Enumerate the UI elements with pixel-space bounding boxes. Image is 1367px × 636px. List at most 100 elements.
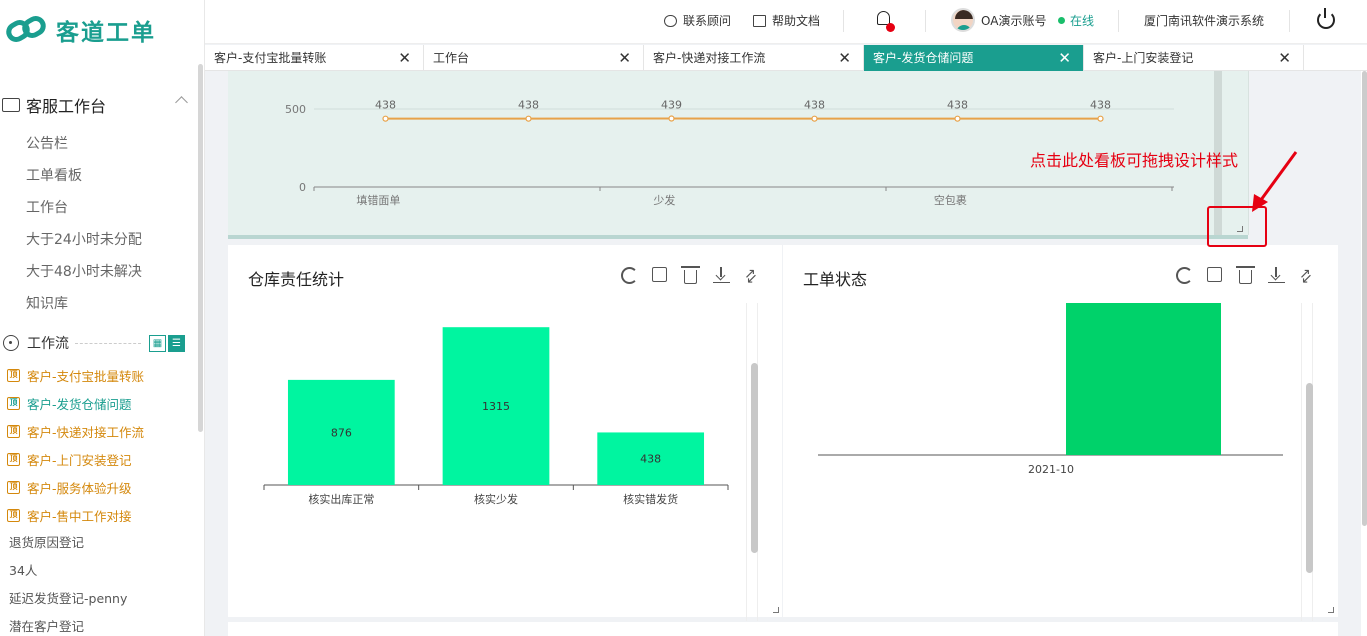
bar-value-label: 438 [640, 453, 661, 466]
y-tick-label: 0 [299, 181, 306, 194]
sidebar-item-workbench[interactable]: 工作台 [26, 192, 68, 224]
workflow-item[interactable]: 顶 客户-快递对接工作流 [7, 417, 144, 445]
sidebar-item-unassigned-24h[interactable]: 大于24小时未分配 [26, 224, 142, 256]
refresh-icon[interactable] [1176, 267, 1193, 284]
workflow-item-active[interactable]: 顶 客户-发货仓储问题 [7, 389, 132, 417]
tab-label: 客户-上门安装登记 [1093, 51, 1194, 65]
sidebar-item-delayed-shipping[interactable]: 延迟发货登记-penny [9, 585, 127, 613]
sidebar-scrollbar[interactable] [198, 64, 203, 432]
workflow-header: 工作流 ▦ ☰ [0, 330, 198, 356]
tab-alipay-transfer[interactable]: 客户-支付宝批量转账 ✕ [205, 45, 424, 71]
account-name[interactable]: OA演示账号 [981, 12, 1046, 29]
workflow-item-label: 客户-服务体验升级 [27, 480, 132, 496]
sidebar-item-knowledge-base[interactable]: 知识库 [26, 288, 68, 320]
x-tick-label: 2021-10 [1028, 463, 1074, 476]
list-view-icon[interactable]: ☰ [168, 334, 185, 352]
data-point [382, 115, 389, 122]
sidebar-item-ticket-board[interactable]: 工单看板 [26, 160, 82, 192]
data-label: 438 [947, 99, 968, 112]
workflow-item[interactable]: 顶 客户-售中工作对接 [7, 501, 132, 529]
order-status-panel[interactable]: 工单状态 2021-10 [783, 245, 1338, 621]
status-dot-icon [1058, 17, 1065, 24]
panel-title: 工单状态 [803, 270, 868, 289]
tab-workbench[interactable]: 工作台 ✕ [424, 45, 644, 71]
edit-icon[interactable] [1207, 267, 1222, 282]
pin-badge-icon: 顶 [7, 368, 20, 382]
menu-group-service-desk[interactable]: 客服工作台 [0, 90, 198, 120]
sidebar-item-unresolved-48h[interactable]: 大于48小时未解决 [26, 256, 142, 288]
data-label: 439 [661, 99, 682, 112]
logo[interactable]: 客道工单 [2, 12, 156, 48]
sidebar-item-return-reason[interactable]: 退货原因登记 [9, 529, 84, 557]
expand-icon[interactable] [1299, 265, 1317, 288]
divider [75, 342, 141, 344]
workflow-item[interactable]: 顶 客户-服务体验升级 [7, 473, 132, 501]
close-icon[interactable]: ✕ [398, 45, 411, 71]
tab-shipping-warehouse[interactable]: 客户-发货仓储问题 ✕ [864, 45, 1084, 71]
workflow-title: 工作流 [27, 336, 69, 352]
download-icon[interactable] [713, 267, 730, 283]
workflow-item-label: 客户-快递对接工作流 [27, 424, 145, 440]
workflow-item[interactable]: 顶 客户-上门安装登记 [7, 445, 132, 473]
data-point [954, 115, 961, 122]
x-tick-label: 少发 [653, 193, 675, 207]
order-status-bar-chart: 2021-10 [818, 303, 1283, 476]
x-tick-label: 核实出库正常 [308, 492, 374, 506]
trash-icon[interactable] [1236, 266, 1255, 284]
tab-home-installation[interactable]: 客户-上门安装登记 ✕ [1084, 45, 1304, 71]
contact-advisor-label: 联系顾问 [683, 14, 732, 28]
notification-bell-icon[interactable] [875, 10, 895, 32]
download-icon[interactable] [1268, 267, 1285, 283]
chat-icon [664, 14, 677, 27]
system-name[interactable]: 厦门南讯软件演示系统 [1144, 12, 1264, 29]
panel-scrollbar[interactable] [751, 363, 758, 553]
page-scrollbar[interactable] [1362, 71, 1367, 526]
help-docs-link[interactable]: 帮助文档 [753, 12, 820, 29]
pin-badge-icon: 顶 [7, 424, 20, 438]
sidebar-item-potential-customer[interactable]: 潜在客户登记 [9, 613, 84, 636]
data-point [811, 115, 818, 122]
warehouse-stats-panel[interactable]: 仓库责任统计 876 核实出库正常 1315 核实少发 438 核实错发货 [228, 245, 782, 621]
x-tick-label: 空包裹 [934, 193, 967, 207]
workflow-item[interactable]: 顶 客户-支付宝批量转账 [7, 361, 144, 389]
close-icon[interactable]: ✕ [618, 45, 631, 71]
workflow-item-label: 客户-支付宝批量转账 [27, 368, 145, 384]
close-icon[interactable]: ✕ [1278, 45, 1291, 71]
data-point [525, 115, 532, 122]
edit-icon[interactable] [652, 267, 667, 282]
online-status-label: 在线 [1070, 14, 1095, 28]
power-icon[interactable] [1317, 8, 1335, 29]
data-point [668, 115, 675, 122]
workflow-item-label: 客户-上门安装登记 [27, 452, 132, 468]
resize-handle-icon[interactable] [1237, 226, 1243, 232]
divider [925, 10, 926, 32]
data-point [1097, 115, 1104, 122]
trash-icon[interactable] [681, 266, 700, 284]
warehouse-bar-chart: 876 核实出库正常 1315 核实少发 438 核实错发货 [263, 327, 729, 506]
online-status[interactable]: 在线 [1058, 12, 1094, 29]
x-tick-label: 填错面单 [356, 193, 400, 207]
x-tick-label: 核实少发 [474, 492, 518, 506]
tab-express-workflow[interactable]: 客户-快递对接工作流 ✕ [644, 45, 864, 71]
expand-icon[interactable] [744, 265, 762, 288]
avatar[interactable] [951, 8, 975, 32]
data-label: 438 [518, 99, 539, 112]
resize-handle-icon[interactable] [1328, 607, 1334, 613]
sidebar-item-34[interactable]: 34人 [9, 557, 37, 585]
grid-view-icon[interactable]: ▦ [149, 334, 166, 352]
pin-badge-icon: 顶 [7, 396, 20, 410]
panel-scrollbar[interactable] [1306, 383, 1313, 573]
divider [843, 10, 844, 32]
workflow-item-label: 客户-发货仓储问题 [27, 396, 132, 412]
tab-label: 客户-发货仓储问题 [873, 51, 974, 65]
y-tick-label: 500 [285, 103, 306, 116]
sidebar-item-bulletin[interactable]: 公告栏 [26, 128, 68, 160]
close-icon[interactable]: ✕ [838, 45, 851, 71]
tab-bar: 客户-支付宝批量转账 ✕ 工作台 ✕ 客户-快递对接工作流 ✕ 客户-发货仓储问… [205, 45, 1367, 71]
contact-advisor-link[interactable]: 联系顾问 [664, 12, 731, 29]
refresh-icon[interactable] [621, 267, 638, 284]
resize-handle-icon[interactable] [773, 607, 779, 613]
annotation-text: 点击此处看板可拖拽设计样式 [1030, 151, 1239, 170]
close-icon[interactable]: ✕ [1058, 45, 1071, 71]
tab-label: 客户-快递对接工作流 [653, 51, 766, 65]
